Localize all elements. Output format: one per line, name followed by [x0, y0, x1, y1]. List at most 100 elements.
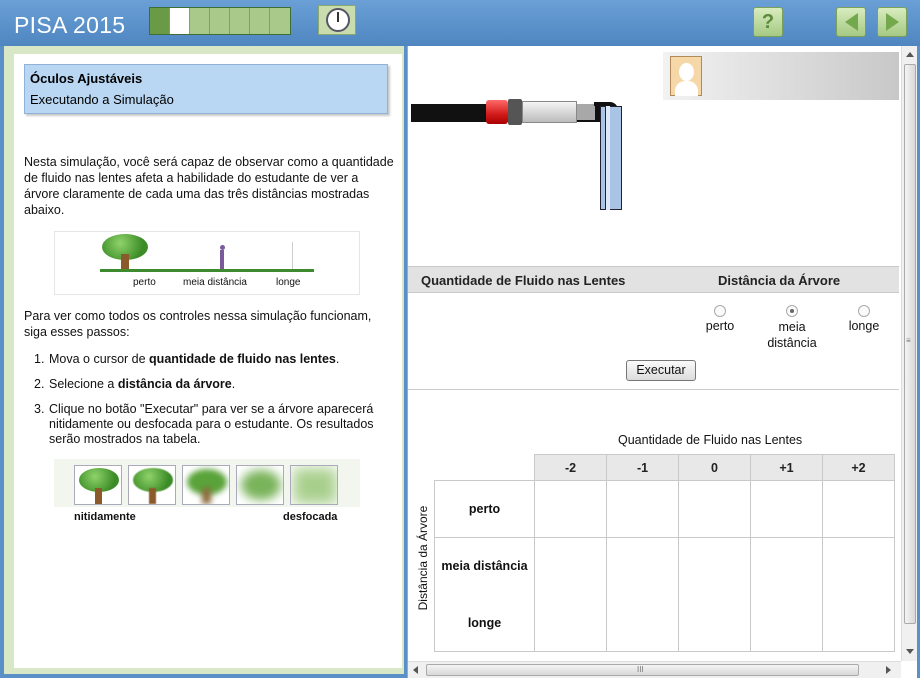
table-row: perto	[434, 480, 895, 538]
step-number: 3.	[34, 402, 45, 416]
scroll-down-icon[interactable]	[906, 649, 914, 654]
execute-button[interactable]: Executar	[626, 360, 696, 381]
label-near: perto	[133, 277, 156, 288]
result-cell	[678, 480, 751, 538]
row-label: meia distância	[434, 537, 535, 595]
progress-segment	[250, 8, 270, 34]
intro-text: Nesta simulação, você será capaz de obse…	[24, 155, 394, 217]
table-row: longe	[434, 594, 895, 652]
top-bar: PISA 2015 ?	[0, 0, 920, 46]
student-avatar-box	[663, 52, 899, 100]
controls-header: Quantidade de Fluido nas Lentes Distânci…	[408, 266, 899, 293]
simulation-panel: Quantidade de Fluido nas Lentes Distânci…	[407, 46, 917, 678]
label-blurred: desfocada	[283, 511, 338, 523]
column-header: -1	[606, 454, 679, 481]
instructions-content: Óculos Ajustáveis Executando a Simulação…	[14, 54, 402, 668]
question-icon: ?	[761, 10, 775, 33]
steps-intro: Para ver como todos os controles nessa s…	[24, 309, 372, 339]
previous-button[interactable]	[836, 7, 866, 37]
progress-segment	[170, 8, 190, 34]
result-cell	[606, 537, 679, 595]
fluid-connector	[577, 104, 595, 120]
fluid-header: Quantidade de Fluido nas Lentes	[421, 273, 626, 288]
scroll-up-icon[interactable]	[906, 52, 914, 57]
fluid-syringe	[522, 101, 577, 123]
radio-meia-distancia[interactable]: meia distância	[762, 305, 822, 351]
progress-indicator	[149, 7, 291, 35]
lens-icon	[600, 106, 622, 210]
grip-icon: ≡	[906, 336, 911, 345]
table-corner	[435, 455, 535, 481]
unit-subtitle: Executando a Simulação	[30, 92, 174, 107]
vertical-scrollbar[interactable]: ≡	[901, 46, 917, 661]
radio-perto[interactable]: perto	[701, 305, 739, 333]
steps-list: 1. Mova o cursor de quantidade de fluido…	[34, 352, 386, 457]
distance-figure: perto meia distância longe	[54, 231, 360, 295]
tree-sharp-icon	[74, 465, 122, 505]
step-item: 3. Clique no botão "Executar" para ver s…	[34, 402, 386, 447]
step-number: 1.	[34, 352, 45, 366]
result-cell	[534, 480, 607, 538]
scroll-left-icon[interactable]	[413, 666, 418, 674]
result-cell	[750, 537, 823, 595]
grip-icon: III	[637, 665, 644, 674]
simulation-view	[408, 46, 899, 266]
step-text: Selecione a distância da árvore.	[49, 377, 236, 391]
tree-slight-blur-icon	[128, 465, 176, 505]
help-button[interactable]: ?	[753, 7, 783, 37]
far-marker	[292, 242, 293, 269]
tree-more-blur-icon	[236, 465, 284, 505]
timer-button[interactable]	[318, 5, 356, 35]
label-far: longe	[276, 277, 301, 288]
radio-button[interactable]	[786, 305, 798, 317]
table-header-row: -2 -1 0 +1 +2	[435, 454, 895, 481]
row-label: longe	[434, 594, 535, 652]
result-cell	[534, 594, 607, 652]
result-cell	[606, 480, 679, 538]
arrow-right-icon	[885, 13, 899, 31]
table-row: meia distância	[434, 537, 895, 595]
results-table: -2 -1 0 +1 +2 perto meia distância longe	[434, 454, 895, 652]
instructions-panel: Óculos Ajustáveis Executando a Simulação…	[4, 46, 404, 674]
radio-button[interactable]	[714, 305, 726, 317]
step-item: 1. Mova o cursor de quantidade de fluido…	[34, 352, 386, 367]
fluid-pump-ring	[508, 99, 522, 125]
radio-label: meia distância	[767, 320, 817, 350]
unit-title: Óculos Ajustáveis	[30, 71, 143, 86]
radio-button[interactable]	[858, 305, 870, 317]
result-cell	[822, 537, 895, 595]
tree-blur-icon	[182, 465, 230, 505]
student-avatar-icon	[670, 56, 702, 96]
progress-segment	[150, 8, 170, 34]
result-cell	[678, 594, 751, 652]
next-button[interactable]	[877, 7, 907, 37]
clock-hand	[337, 12, 339, 22]
column-header: 0	[678, 454, 751, 481]
table-title: Quantidade de Fluido nas Lentes	[618, 433, 803, 447]
step-text: Clique no botão "Executar" para ver se a…	[49, 402, 374, 446]
blur-scale-figure	[54, 459, 360, 507]
app-title: PISA 2015	[14, 12, 126, 38]
step-number: 2.	[34, 377, 45, 391]
distance-header: Distância da Árvore	[718, 273, 841, 288]
label-mid: meia distância	[183, 277, 247, 288]
progress-segment	[190, 8, 210, 34]
progress-segment	[210, 8, 230, 34]
progress-segment	[230, 8, 250, 34]
result-cell	[822, 480, 895, 538]
column-header: +1	[750, 454, 823, 481]
radio-longe[interactable]: longe	[844, 305, 884, 333]
result-cell	[534, 537, 607, 595]
radio-label: perto	[705, 319, 735, 333]
horizontal-scrollbar[interactable]: III	[408, 661, 901, 678]
row-label: perto	[434, 480, 535, 538]
scroll-right-icon[interactable]	[886, 666, 891, 674]
tree-blurred-icon	[290, 465, 338, 505]
column-header: +2	[822, 454, 895, 481]
step-item: 2. Selecione a distância da árvore.	[34, 377, 386, 392]
result-cell	[750, 480, 823, 538]
lens-fluid	[605, 106, 610, 210]
result-cell	[678, 537, 751, 595]
progress-segment	[270, 8, 290, 34]
step-text: Mova o cursor de quantidade de fluido na…	[49, 352, 340, 366]
